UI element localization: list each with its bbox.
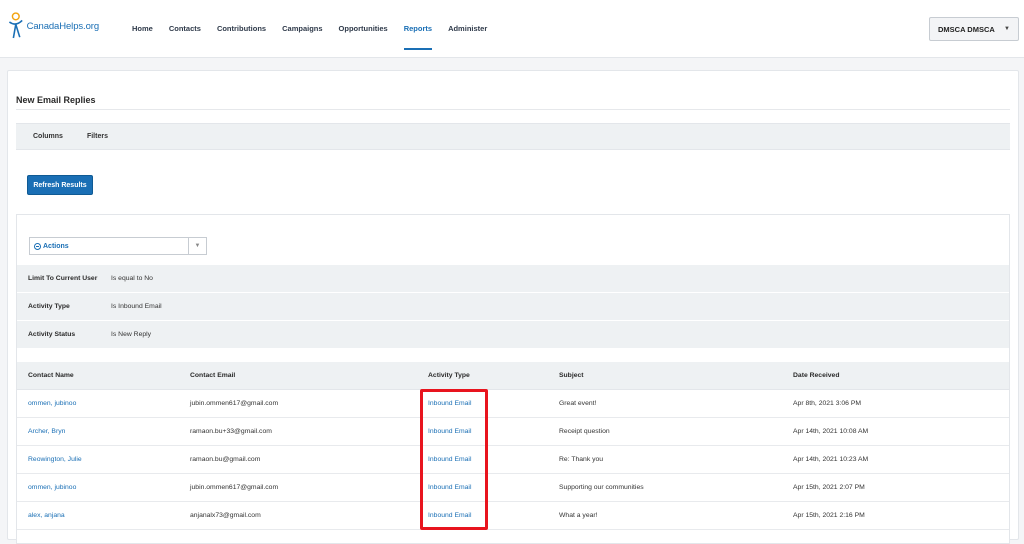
page-title: New Email Replies — [16, 95, 96, 105]
column-header-contact-name[interactable]: Contact Name — [17, 372, 179, 379]
filter-value: Is New Reply — [111, 331, 152, 338]
subject: Re: Thank you — [559, 456, 604, 463]
nav-campaigns[interactable]: Campaigns — [274, 0, 330, 58]
contact-email: jubin.ommen617@gmail.com — [190, 400, 279, 407]
title-divider — [16, 109, 1010, 110]
subject: Great event! — [559, 400, 597, 407]
contact-name-link[interactable]: Reowington, Julie — [28, 456, 82, 463]
nav-administer[interactable]: Administer — [440, 0, 495, 58]
table-row: ommen, jubinoo jubin.ommen617@gmail.com … — [17, 474, 1009, 502]
contact-email: anjanalx73@gmail.com — [190, 512, 261, 519]
contact-email: jubin.ommen617@gmail.com — [190, 484, 279, 491]
report-tabs: Columns Filters — [16, 123, 1010, 150]
date-received: Apr 15th, 2021 2:16 PM — [793, 512, 865, 519]
activity-type-link[interactable]: Inbound Email — [428, 484, 471, 491]
results-section: Actions ▼ Limit To Current User Is equal… — [16, 214, 1010, 544]
column-header-contact-email[interactable]: Contact Email — [179, 372, 417, 379]
subject: What a year! — [559, 512, 598, 519]
minus-circle-icon — [34, 242, 41, 250]
actions-select[interactable]: Actions ▼ — [29, 237, 207, 255]
date-received: Apr 15th, 2021 2:07 PM — [793, 484, 865, 491]
canadahelps-logo[interactable]: CanadaHelps.org — [7, 4, 99, 48]
logo-text: CanadaHelps.org — [26, 20, 100, 32]
tab-filters[interactable]: Filters — [87, 133, 108, 140]
actions-label: Actions — [43, 242, 69, 250]
activity-type-link[interactable]: Inbound Email — [428, 428, 471, 435]
filter-value: Is Inbound Email — [111, 303, 162, 310]
column-header-date-received[interactable]: Date Received — [782, 372, 1009, 379]
contact-email: ramaon.bu+33@gmail.com — [190, 428, 272, 435]
refresh-results-button[interactable]: Refresh Results — [27, 175, 93, 195]
date-received: Apr 8th, 2021 3:06 PM — [793, 400, 862, 407]
tab-columns[interactable]: Columns — [33, 133, 63, 140]
actions-button[interactable]: Actions — [30, 238, 188, 254]
table-row: Archer, Bryn ramaon.bu+33@gmail.com Inbo… — [17, 418, 1009, 446]
date-received: Apr 14th, 2021 10:08 AM — [793, 428, 869, 435]
column-header-activity-type[interactable]: Activity Type — [417, 372, 548, 379]
nav-home[interactable]: Home — [124, 0, 161, 58]
contact-email: ramaon.bu@gmail.com — [190, 456, 261, 463]
filter-name: Activity Status — [28, 331, 76, 338]
contact-name-link[interactable]: alex, anjana — [28, 512, 65, 519]
chevron-down-icon[interactable]: ▼ — [188, 238, 206, 254]
user-menu-label: DMSCA DMSCA — [938, 24, 995, 34]
contact-name-link[interactable]: Archer, Bryn — [28, 428, 65, 435]
activity-type-link[interactable]: Inbound Email — [428, 456, 471, 463]
filter-row: Activity Type Is Inbound Email — [17, 293, 1009, 321]
subject: Receipt question — [559, 428, 610, 435]
subject: Supporting our communities — [559, 484, 644, 491]
date-received: Apr 14th, 2021 10:23 AM — [793, 456, 869, 463]
contact-name-link[interactable]: ommen, jubinoo — [28, 400, 76, 407]
nav-reports[interactable]: Reports — [396, 0, 440, 58]
nav-contacts[interactable]: Contacts — [161, 0, 209, 58]
table-row: Reowington, Julie ramaon.bu@gmail.com In… — [17, 446, 1009, 474]
top-navigation-bar: CanadaHelps.org Home Contacts Contributi… — [0, 0, 1024, 58]
table-row: alex, anjana anjanalx73@gmail.com Inboun… — [17, 502, 1009, 530]
filter-value: Is equal to No — [111, 275, 153, 282]
table-header: Contact Name Contact Email Activity Type… — [17, 362, 1009, 390]
filter-row: Limit To Current User Is equal to No — [17, 265, 1009, 293]
main-nav: Home Contacts Contributions Campaigns Op… — [124, 0, 495, 58]
nav-opportunities[interactable]: Opportunities — [331, 0, 396, 58]
person-logo-icon — [8, 12, 23, 39]
activity-type-link[interactable]: Inbound Email — [428, 512, 471, 519]
filter-name: Limit To Current User — [28, 275, 98, 282]
nav-contributions[interactable]: Contributions — [209, 0, 274, 58]
active-filters: Limit To Current User Is equal to No Act… — [17, 265, 1009, 349]
report-panel: New Email Replies Columns Filters Refres… — [7, 70, 1019, 544]
activity-type-link[interactable]: Inbound Email — [428, 400, 471, 407]
results-table: Contact Name Contact Email Activity Type… — [17, 362, 1009, 530]
chevron-down-icon: ▼ — [1004, 26, 1010, 32]
filter-name: Activity Type — [28, 303, 70, 310]
filter-row: Activity Status Is New Reply — [17, 321, 1009, 349]
contact-name-link[interactable]: ommen, jubinoo — [28, 484, 76, 491]
user-menu-button[interactable]: DMSCA DMSCA ▼ — [929, 17, 1019, 41]
table-row: ommen, jubinoo jubin.ommen617@gmail.com … — [17, 390, 1009, 418]
column-header-subject[interactable]: Subject — [548, 372, 782, 379]
